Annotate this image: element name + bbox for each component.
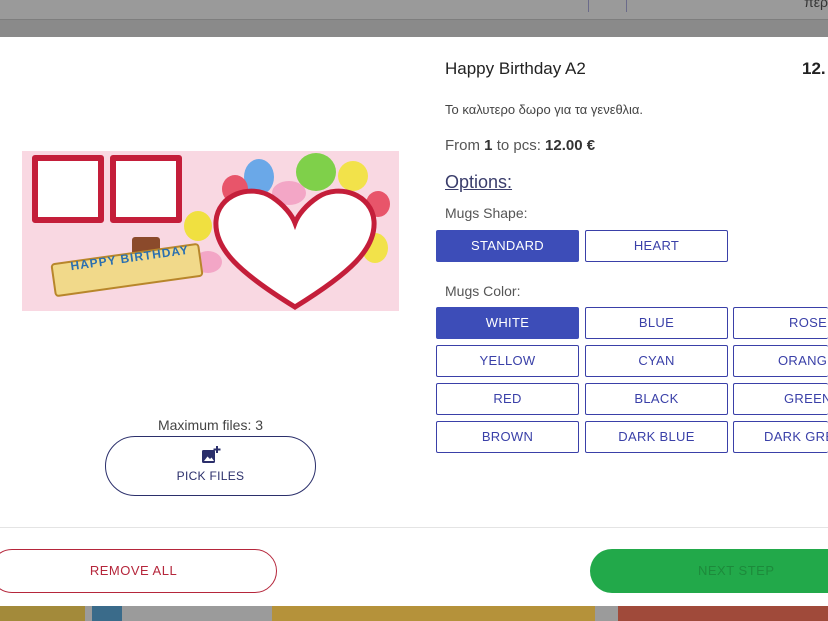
pick-files-button[interactable]: PICK FILES: [105, 436, 316, 496]
color-option-cyan[interactable]: CYAN: [585, 345, 728, 377]
pick-files-label: PICK FILES: [176, 469, 245, 483]
footer-divider: [0, 527, 828, 528]
product-title: Happy Birthday A2: [445, 59, 586, 78]
heart-photo-frame: [213, 188, 377, 310]
price-value: 12.00 €: [545, 137, 596, 154]
color-option-blue[interactable]: BLUE: [585, 307, 728, 339]
photo-slot-2: [110, 155, 182, 223]
color-option-green-label: GREEN: [784, 391, 828, 406]
color-option-orange[interactable]: ORANGE: [733, 345, 828, 377]
product-options-modal: HAPPY BIRTHDAY Maximum files: 3 PICK FIL…: [0, 37, 828, 606]
background-tile: [272, 606, 595, 621]
color-option-rose[interactable]: ROSE: [733, 307, 828, 339]
color-option-dark-blue[interactable]: DARK BLUE: [585, 421, 728, 453]
color-option-red[interactable]: RED: [436, 383, 579, 415]
color-option-orange-label: ORANGE: [778, 353, 828, 368]
background-menu-text: περ: [804, 0, 828, 10]
add-photo-icon: [202, 446, 221, 463]
color-option-dark-green[interactable]: DARK GREEN: [733, 421, 828, 453]
price-quantity: 1: [484, 137, 493, 154]
shape-option-heart[interactable]: HEART: [585, 230, 728, 262]
max-files-note: Maximum files: 3: [157, 417, 264, 433]
color-option-yellow[interactable]: YELLOW: [436, 345, 579, 377]
background-tile: [0, 606, 85, 621]
background-header: περ: [0, 0, 828, 20]
product-price-header: 12.: [802, 59, 826, 78]
color-option-brown[interactable]: BROWN: [436, 421, 579, 453]
background-divider: [588, 0, 589, 12]
shape-option-standard[interactable]: STANDARD: [436, 230, 579, 262]
background-tile: [92, 606, 122, 621]
next-step-button[interactable]: NEXT STEP: [590, 549, 828, 593]
price-prefix: From: [445, 137, 480, 154]
color-option-dark-green-label: DARK GREEN: [764, 429, 828, 444]
remove-all-button[interactable]: REMOVE ALL: [0, 549, 277, 593]
mugs-shape-label: Mugs Shape:: [445, 205, 528, 221]
options-heading: Options:: [445, 172, 513, 192]
product-preview-image: HAPPY BIRTHDAY: [22, 151, 399, 311]
color-option-white[interactable]: WHITE: [436, 307, 579, 339]
mugs-color-label: Mugs Color:: [445, 283, 521, 299]
color-option-rose-label: ROSE: [789, 315, 828, 330]
color-option-green[interactable]: GREEN: [733, 383, 828, 415]
photo-slot-1: [32, 155, 104, 223]
price-line: From 1 to pcs: 12.00 €: [445, 137, 595, 154]
background-product-strip: [0, 606, 828, 621]
background-divider: [626, 0, 627, 12]
product-description: Το καλυτερο δωρο για τα γενεθλια.: [445, 102, 643, 117]
background-tile: [618, 606, 828, 621]
color-option-black[interactable]: BLACK: [585, 383, 728, 415]
price-mid: to pcs:: [496, 137, 541, 154]
balloon-icon: [184, 211, 212, 241]
